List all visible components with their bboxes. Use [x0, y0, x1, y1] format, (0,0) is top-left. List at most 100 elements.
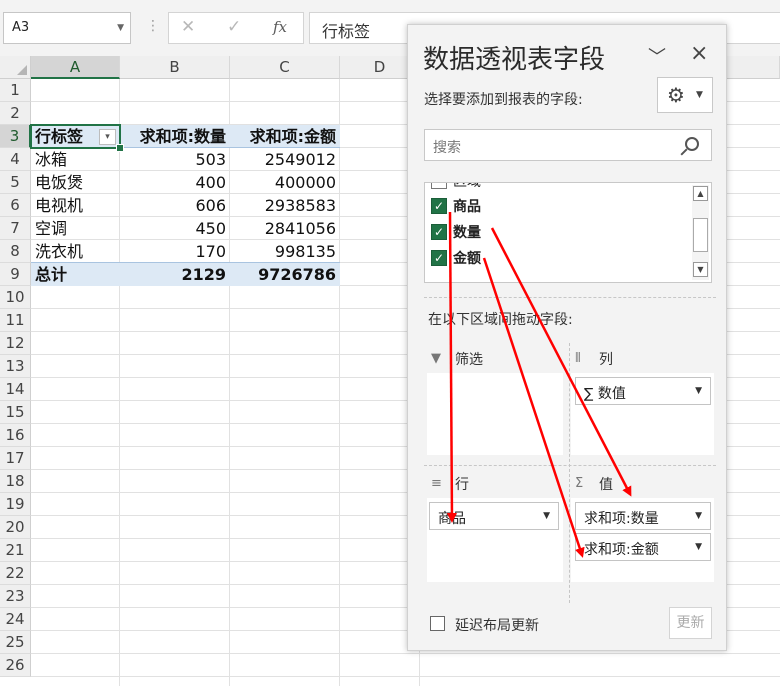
name-box[interactable]: A3 ▼: [3, 12, 131, 44]
scroll-up-icon[interactable]: ▲: [693, 186, 708, 201]
rows-drop-zone[interactable]: 商品 ▼: [427, 498, 563, 582]
choose-fields-label: 选择要添加到报表的字段:: [424, 92, 583, 108]
pivot-total-label[interactable]: 总计: [31, 263, 120, 286]
gear-icon: ⚙: [667, 83, 685, 107]
formula-text: 行标签: [322, 22, 371, 41]
columns-drop-zone[interactable]: ∑ 数值 ▼: [571, 373, 714, 455]
row-header-18[interactable]: 18: [0, 470, 31, 493]
pivot-cell-name[interactable]: 电饭煲: [31, 171, 120, 194]
update-button[interactable]: 更新: [669, 607, 712, 639]
divider: [424, 465, 716, 466]
chevron-down-icon[interactable]: ▼: [695, 386, 702, 396]
row-header-20[interactable]: 20: [0, 516, 31, 539]
row-header-15[interactable]: 15: [0, 401, 31, 424]
filter-drop-zone[interactable]: [427, 373, 563, 455]
values-area-label: 值: [599, 477, 613, 493]
pivot-cell-name[interactable]: 冰箱: [31, 148, 120, 171]
row-header-6[interactable]: 6: [0, 194, 31, 217]
pivot-cell-amount[interactable]: 2549012: [230, 148, 340, 171]
rows-area[interactable]: ≡ 行 商品 ▼: [427, 468, 563, 582]
row-header-10[interactable]: 10: [0, 286, 31, 309]
search-field[interactable]: 搜索: [424, 129, 712, 161]
pivot-cell-name[interactable]: 洗衣机: [31, 240, 120, 263]
row-header-21[interactable]: 21: [0, 539, 31, 562]
pivot-cell-name[interactable]: 空调: [31, 217, 120, 240]
field-list[interactable]: 区域 ✓ 商品 ✓ 数量 ✓ 金额 ▲ ▼: [424, 182, 712, 283]
row-header-22[interactable]: 22: [0, 562, 31, 585]
cancel-icon[interactable]: ✕: [181, 17, 195, 37]
row-header-16[interactable]: 16: [0, 424, 31, 447]
scroll-thumb[interactable]: [693, 218, 708, 252]
pivot-cell-amount[interactable]: 998135: [230, 240, 340, 263]
row-header-11[interactable]: 11: [0, 309, 31, 332]
columns-area-header: ⦀ 列: [571, 343, 714, 373]
row-header-12[interactable]: 12: [0, 332, 31, 355]
pivot-total-amount[interactable]: 9726786: [230, 263, 340, 286]
values-area[interactable]: Σ 值 求和项:数量 ▼ 求和项:金额 ▼: [571, 468, 714, 582]
chevron-down-icon[interactable]: ▼: [695, 542, 702, 552]
columns-area[interactable]: ⦀ 列 ∑ 数值 ▼: [571, 343, 714, 459]
values-field-sum-amount[interactable]: 求和项:金额 ▼: [575, 533, 711, 561]
pivot-header-sum-qty[interactable]: 求和项:数量: [120, 125, 230, 148]
formula-buttons: ✕ ✓ fx: [168, 12, 304, 44]
more-options-icon[interactable]: ⋮: [146, 18, 160, 34]
row-header-8[interactable]: 8: [0, 240, 31, 263]
row-header-4[interactable]: 4: [0, 148, 31, 171]
pivot-cell-amount[interactable]: 2938583: [230, 194, 340, 217]
chevron-down-icon[interactable]: ▼: [695, 511, 702, 521]
pivot-cell-qty[interactable]: 450: [120, 217, 230, 240]
row-header-2[interactable]: 2: [0, 102, 31, 125]
row-header-5[interactable]: 5: [0, 171, 31, 194]
select-all-corner[interactable]: [0, 56, 31, 79]
row-header-26[interactable]: 26: [0, 654, 31, 677]
checkbox-checked[interactable]: ✓: [431, 224, 447, 240]
chevron-down-icon[interactable]: ﹀: [648, 43, 666, 69]
filter-area-header: ▼ 筛选: [427, 343, 563, 373]
row-header-1[interactable]: 1: [0, 79, 31, 102]
rows-field-product[interactable]: 商品 ▼: [429, 502, 559, 530]
search-icon[interactable]: [685, 137, 699, 151]
pivot-cell-amount[interactable]: 400000: [230, 171, 340, 194]
column-header-a[interactable]: A: [31, 56, 120, 79]
columns-field-values[interactable]: ∑ 数值 ▼: [575, 377, 711, 405]
row-header-7[interactable]: 7: [0, 217, 31, 240]
checkbox-checked[interactable]: ✓: [431, 250, 447, 266]
row-header-24[interactable]: 24: [0, 608, 31, 631]
close-icon[interactable]: ×: [690, 41, 708, 66]
values-drop-zone[interactable]: 求和项:数量 ▼ 求和项:金额 ▼: [571, 498, 714, 582]
row-header-17[interactable]: 17: [0, 447, 31, 470]
chevron-down-icon[interactable]: ▼: [117, 23, 124, 33]
tools-button[interactable]: ⚙ ▼: [657, 77, 713, 113]
columns-field-label: ∑ 数值: [584, 386, 626, 402]
field-list-scrollbar[interactable]: ▲ ▼: [692, 185, 709, 280]
pivot-total-qty[interactable]: 2129: [120, 263, 230, 286]
row-header-3[interactable]: 3: [0, 125, 31, 148]
row-header-14[interactable]: 14: [0, 378, 31, 401]
column-header-c[interactable]: C: [230, 56, 340, 79]
pivot-cell-qty[interactable]: 606: [120, 194, 230, 217]
row-header-9[interactable]: 9: [0, 263, 31, 286]
row-header-19[interactable]: 19: [0, 493, 31, 516]
chevron-down-icon[interactable]: ▼: [543, 511, 550, 521]
insert-function-icon[interactable]: fx: [273, 18, 287, 36]
sigma-icon: Σ: [575, 476, 584, 491]
pivot-cell-qty[interactable]: 170: [120, 240, 230, 263]
field-label: 数量: [453, 225, 481, 241]
scroll-down-icon[interactable]: ▼: [693, 262, 708, 277]
pivot-cell-amount[interactable]: 2841056: [230, 217, 340, 240]
values-field-label: 求和项:金额: [584, 542, 659, 558]
pivot-cell-name[interactable]: 电视机: [31, 194, 120, 217]
filter-area[interactable]: ▼ 筛选: [427, 343, 563, 459]
pivot-cell-qty[interactable]: 400: [120, 171, 230, 194]
checkbox-checked[interactable]: ✓: [431, 198, 447, 214]
column-header-b[interactable]: B: [120, 56, 230, 79]
checkbox-unchecked[interactable]: [431, 183, 447, 189]
pivot-header-sum-amount[interactable]: 求和项:金额: [230, 125, 340, 148]
pivot-cell-qty[interactable]: 503: [120, 148, 230, 171]
row-header-23[interactable]: 23: [0, 585, 31, 608]
row-header-25[interactable]: 25: [0, 631, 31, 654]
enter-icon[interactable]: ✓: [227, 17, 241, 37]
values-field-sum-qty[interactable]: 求和项:数量 ▼: [575, 502, 711, 530]
row-header-13[interactable]: 13: [0, 355, 31, 378]
defer-checkbox[interactable]: [430, 616, 445, 631]
